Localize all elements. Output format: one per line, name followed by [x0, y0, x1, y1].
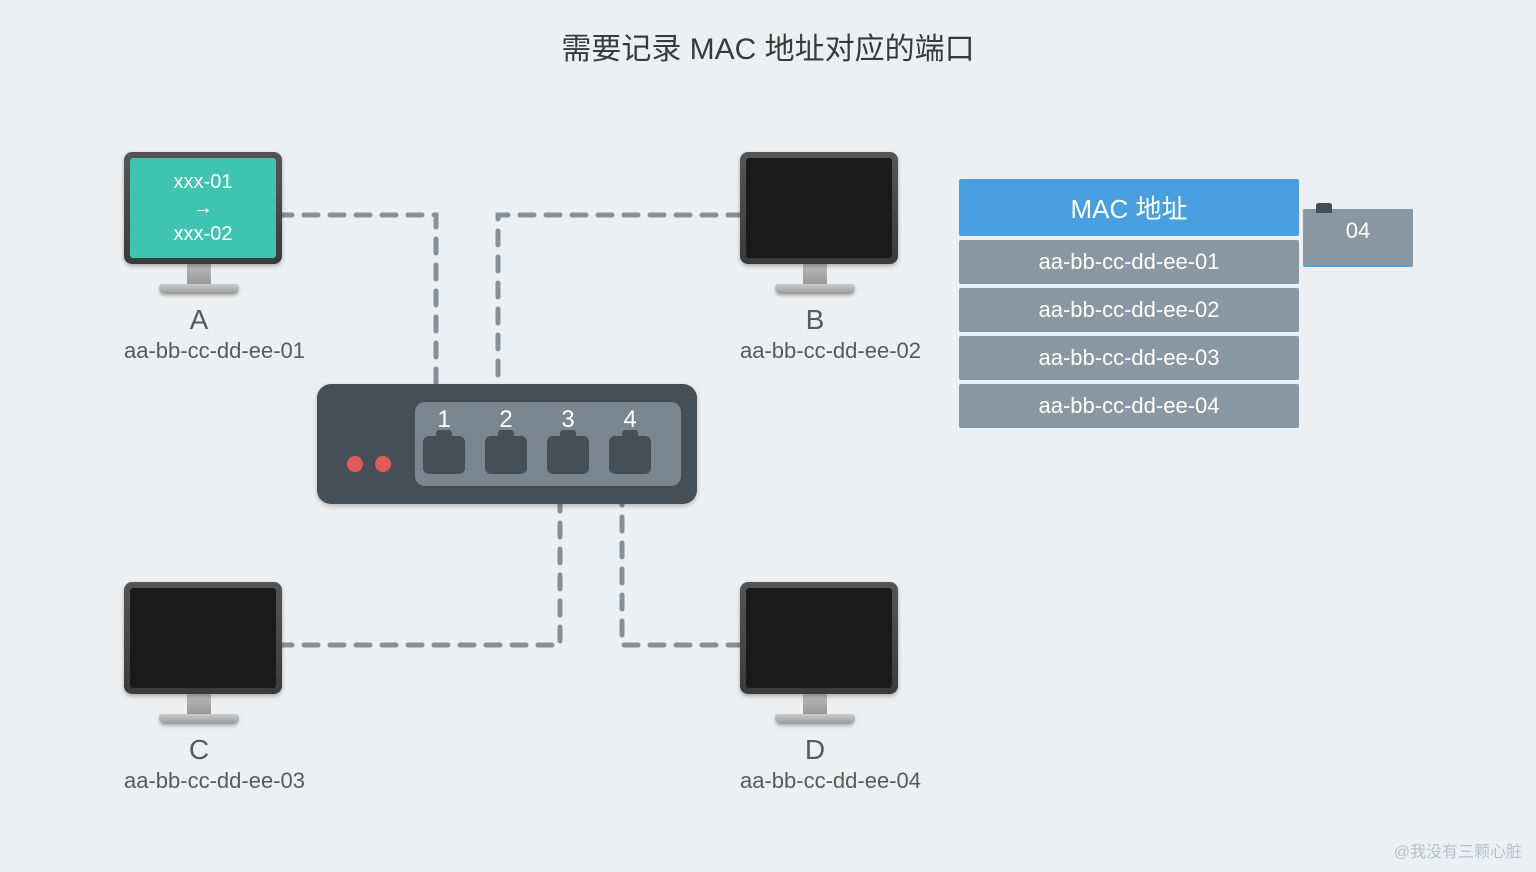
monitor-icon: [124, 582, 282, 694]
table-row: aa-bb-cc-dd-ee-03 03: [959, 336, 1303, 380]
ethernet-port-icon: [609, 436, 651, 474]
cell-mac: aa-bb-cc-dd-ee-01: [959, 240, 1299, 284]
led-icon: [375, 456, 391, 472]
host-c: C aa-bb-cc-dd-ee-03: [124, 582, 274, 794]
led-icon: [347, 456, 363, 472]
table-row: aa-bb-cc-dd-ee-04 04: [959, 384, 1303, 428]
diagram-title: 需要记录 MAC 地址对应的端口: [0, 24, 1536, 68]
monitor-icon: xxx-01 → xxx-02: [124, 152, 282, 264]
arrow-icon: →: [193, 195, 213, 221]
host-mac: aa-bb-cc-dd-ee-04: [740, 768, 890, 794]
table-row: aa-bb-cc-dd-ee-02 02: [959, 288, 1303, 332]
host-letter: A: [124, 304, 274, 336]
network-switch-icon: 1 2 3 4: [317, 384, 697, 504]
cell-port: 04: [1303, 209, 1413, 265]
mac-address-table: MAC 地址 端口 aa-bb-cc-dd-ee-01 01 aa-bb-cc-…: [955, 175, 1307, 432]
host-b: B aa-bb-cc-dd-ee-02: [740, 152, 890, 364]
host-a: xxx-01 → xxx-02 A aa-bb-cc-dd-ee-01: [124, 152, 274, 364]
host-letter: C: [124, 734, 274, 766]
ethernet-port-icon: [485, 436, 527, 474]
host-letter: D: [740, 734, 890, 766]
host-mac: aa-bb-cc-dd-ee-02: [740, 338, 890, 364]
host-mac: aa-bb-cc-dd-ee-03: [124, 768, 274, 794]
ethernet-port-icon: [423, 436, 465, 474]
host-mac: aa-bb-cc-dd-ee-01: [124, 338, 274, 364]
packet-dst: xxx-02: [174, 221, 233, 247]
watermark: @我没有三颗心脏: [1394, 838, 1522, 862]
monitor-icon: [740, 152, 898, 264]
ethernet-port-icon: [547, 436, 589, 474]
cell-mac: aa-bb-cc-dd-ee-02: [959, 288, 1299, 332]
table-header-row: MAC 地址 端口: [959, 179, 1303, 236]
monitor-icon: [740, 582, 898, 694]
packet-src: xxx-01: [174, 169, 233, 195]
host-letter: B: [740, 304, 890, 336]
header-mac: MAC 地址: [959, 179, 1299, 236]
host-d: D aa-bb-cc-dd-ee-04: [740, 582, 890, 794]
table-row: aa-bb-cc-dd-ee-01 01: [959, 240, 1303, 284]
cell-mac: aa-bb-cc-dd-ee-03: [959, 336, 1299, 380]
screen-content: xxx-01 → xxx-02: [130, 158, 276, 258]
cell-mac: aa-bb-cc-dd-ee-04: [959, 384, 1299, 428]
